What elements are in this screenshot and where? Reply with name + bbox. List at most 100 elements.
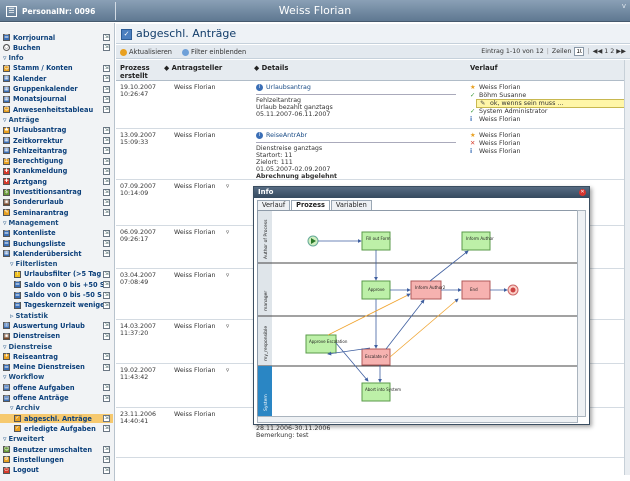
expand-arrow-icon[interactable]: ▿ [10, 404, 14, 412]
open-window-icon[interactable]: ⇲ [103, 137, 110, 144]
open-window-icon[interactable]: ⇲ [103, 95, 110, 103]
sidebar-item[interactable]: ☰ Saldo von 0 bis +50 S ⇲ [0, 280, 113, 289]
sidebar-item[interactable]: ○ Buchen ⇲ [0, 43, 113, 52]
sidebar-item[interactable]: ✈ Reiseantrag ⇲ [0, 352, 113, 361]
tab-prozess[interactable]: Prozess [291, 200, 330, 210]
refresh-button[interactable]: Aktualisieren [120, 48, 172, 56]
open-window-icon[interactable]: ⇲ [103, 64, 110, 72]
sidebar-item[interactable]: ▿ Management [0, 218, 113, 227]
sidebar-item[interactable]: ▤ offene Aufgaben ⇲ [0, 383, 113, 392]
open-window-icon[interactable]: ⇲ [103, 198, 110, 206]
expand-arrow-icon[interactable]: ▹ [10, 312, 14, 320]
sidebar-item[interactable]: ▿ Archiv [0, 404, 113, 413]
sidebar-item[interactable]: ✓ abgeschl. Anträge ⇲ [0, 414, 113, 424]
expand-arrow-icon[interactable]: ▿ [3, 435, 7, 443]
sidebar-item[interactable]: ☰ Meine Dienstreisen ⇲ [0, 363, 113, 372]
tab-variablen[interactable]: Variablen [330, 200, 372, 210]
open-window-icon[interactable]: ⇲ [103, 466, 110, 474]
sidebar-item[interactable]: ▿ Info [0, 54, 113, 63]
sidebar-item[interactable]: ▦ Kalenderübersicht ⇲ [0, 249, 113, 258]
open-window-icon[interactable]: ⇲ [103, 147, 110, 155]
sidebar-item[interactable]: ▿ Workflow [0, 373, 113, 382]
info-icon[interactable]: i [256, 84, 263, 91]
open-window-icon[interactable]: ⇲ [103, 157, 110, 165]
info-icon[interactable]: i [256, 132, 263, 139]
open-window-icon[interactable]: ⇲ [103, 270, 110, 278]
rows-input[interactable] [574, 47, 585, 56]
sidebar-item[interactable]: ! Urlaubsfilter (>5 Tag ⇲ [0, 270, 113, 279]
table-row[interactable]: 19.10.2007 10:26:47 Weiss Florian i Urlaubsa… [116, 81, 626, 129]
open-window-icon[interactable]: ⇲ [103, 229, 110, 237]
sidebar-item[interactable]: ☰ Kontenliste ⇲ [0, 229, 113, 238]
sidebar-item[interactable]: ▹ Statistik [0, 311, 113, 320]
open-window-icon[interactable]: ⇲ [103, 384, 110, 392]
dialog-hscroll[interactable] [257, 416, 578, 423]
dropdown-icon[interactable]: ▿ [226, 367, 229, 375]
col-history[interactable]: Verlauf [470, 64, 498, 72]
sidebar-item[interactable]: ☺ Anwesenheitstableau ⇲ [0, 105, 113, 114]
sidebar-item[interactable]: ☺ Stamm / Konten ⇲ [0, 64, 113, 73]
sidebar-item[interactable]: ▣ Dienstreisen ⇲ [0, 332, 113, 341]
dropdown-icon[interactable]: ▿ [226, 323, 229, 331]
open-window-icon[interactable]: ⇲ [103, 85, 110, 93]
sidebar-item[interactable]: ▿ Filterlisten [0, 260, 113, 269]
expand-arrow-icon[interactable]: ▿ [3, 373, 7, 381]
sidebar-item[interactable]: ✎ Seminarantrag ⇲ [0, 208, 113, 217]
open-window-icon[interactable]: ⇲ [103, 250, 110, 258]
sidebar-item[interactable]: ⏻ Logout ⇲ [0, 466, 113, 475]
open-window-icon[interactable]: ⇲ [103, 209, 110, 217]
open-window-icon[interactable]: ⇲ [103, 75, 110, 83]
open-window-icon[interactable]: ⇲ [103, 456, 110, 464]
open-window-icon[interactable]: ⇲ [103, 425, 110, 433]
expand-arrow-icon[interactable]: ▿ [3, 116, 7, 124]
pager-nav[interactable]: ◀◀ 1 2 ▶▶ [593, 48, 626, 55]
sidebar-item[interactable]: ▦ Zeitkorrektur ⇲ [0, 136, 113, 145]
open-window-icon[interactable]: ⇲ [103, 322, 110, 330]
open-window-icon[interactable]: ⇲ [103, 167, 110, 175]
open-window-icon[interactable]: ⇲ [103, 353, 110, 361]
open-window-icon[interactable]: ⇲ [103, 34, 110, 41]
filter-button[interactable]: Filter einblenden [182, 48, 246, 56]
sidebar-item[interactable]: ▿ Erweitert [0, 435, 113, 444]
sidebar-item[interactable]: ✚ Arztgang ⇲ [0, 177, 113, 186]
sidebar-item[interactable]: ⚿ Berechtigung ⇲ [0, 157, 113, 166]
expand-arrow-icon[interactable]: ▿ [3, 54, 7, 62]
sidebar-item[interactable]: ▤ offene Anträge ⇲ [0, 394, 113, 403]
sidebar-item[interactable]: ✓ erledigte Aufgaben ⇲ [0, 424, 113, 433]
tab-verlauf[interactable]: Verlauf [257, 200, 291, 210]
col-applicant[interactable]: ◆ Antragsteller [164, 64, 222, 72]
sidebar-item[interactable]: ☰ Korrjournal ⇲ [0, 33, 113, 42]
dropdown-icon[interactable]: ▿ [226, 272, 229, 280]
expand-arrow-icon[interactable]: ▿ [10, 260, 14, 268]
dropdown-icon[interactable]: ▿ [226, 229, 229, 237]
sidebar-item[interactable]: ▿ Dienstreise [0, 342, 113, 351]
table-row[interactable]: 13.09.2007 15:09:33 Weiss Florian i ReiseAnt… [116, 129, 624, 180]
open-window-icon[interactable]: ⇲ [103, 188, 110, 196]
close-icon[interactable]: ✕ [579, 189, 586, 196]
expand-arrow-icon[interactable]: ▿ [3, 343, 7, 351]
open-window-icon[interactable]: ⇲ [103, 301, 110, 309]
open-window-icon[interactable]: ⇲ [103, 332, 110, 340]
col-details[interactable]: ◆ Details [254, 64, 288, 72]
main-scrollbar[interactable] [624, 60, 630, 475]
open-window-icon[interactable]: ⇲ [103, 44, 110, 52]
sidebar-item[interactable]: ▦ Gruppenkalender ⇲ [0, 85, 113, 94]
sidebar-item[interactable]: ☰ Saldo von 0 bis -50 S ⇲ [0, 291, 113, 300]
open-window-icon[interactable]: ⇲ [103, 363, 110, 371]
open-window-icon[interactable]: ⇲ [103, 106, 110, 114]
open-window-icon[interactable]: ⇲ [103, 281, 110, 289]
open-window-icon[interactable]: ⇲ [103, 291, 110, 299]
sidebar-item[interactable]: ✚ Krankmeldung ⇲ [0, 167, 113, 176]
sidebar-item[interactable]: ♣ Urlaubsantrag ⇲ [0, 126, 113, 135]
open-window-icon[interactable]: ⇲ [103, 240, 110, 247]
open-window-icon[interactable]: ⇲ [103, 446, 110, 453]
sidebar-item[interactable]: ▥ Auswertung Urlaub ⇲ [0, 321, 113, 330]
sidebar-item[interactable]: ▦ Monatsjournal ⇲ [0, 95, 113, 104]
expand-arrow-icon[interactable]: ▿ [3, 219, 7, 227]
sidebar-item[interactable]: ☰ Tageskernzeit wenige ⇲ [0, 301, 113, 310]
col-created[interactable]: Prozess erstellt [120, 64, 160, 80]
open-window-icon[interactable]: ⇲ [103, 394, 110, 402]
open-window-icon[interactable]: ⇲ [103, 178, 110, 186]
open-window-icon[interactable]: ⇲ [103, 415, 110, 423]
sidebar-item[interactable]: ▣ Sonderurlaub ⇲ [0, 198, 113, 207]
